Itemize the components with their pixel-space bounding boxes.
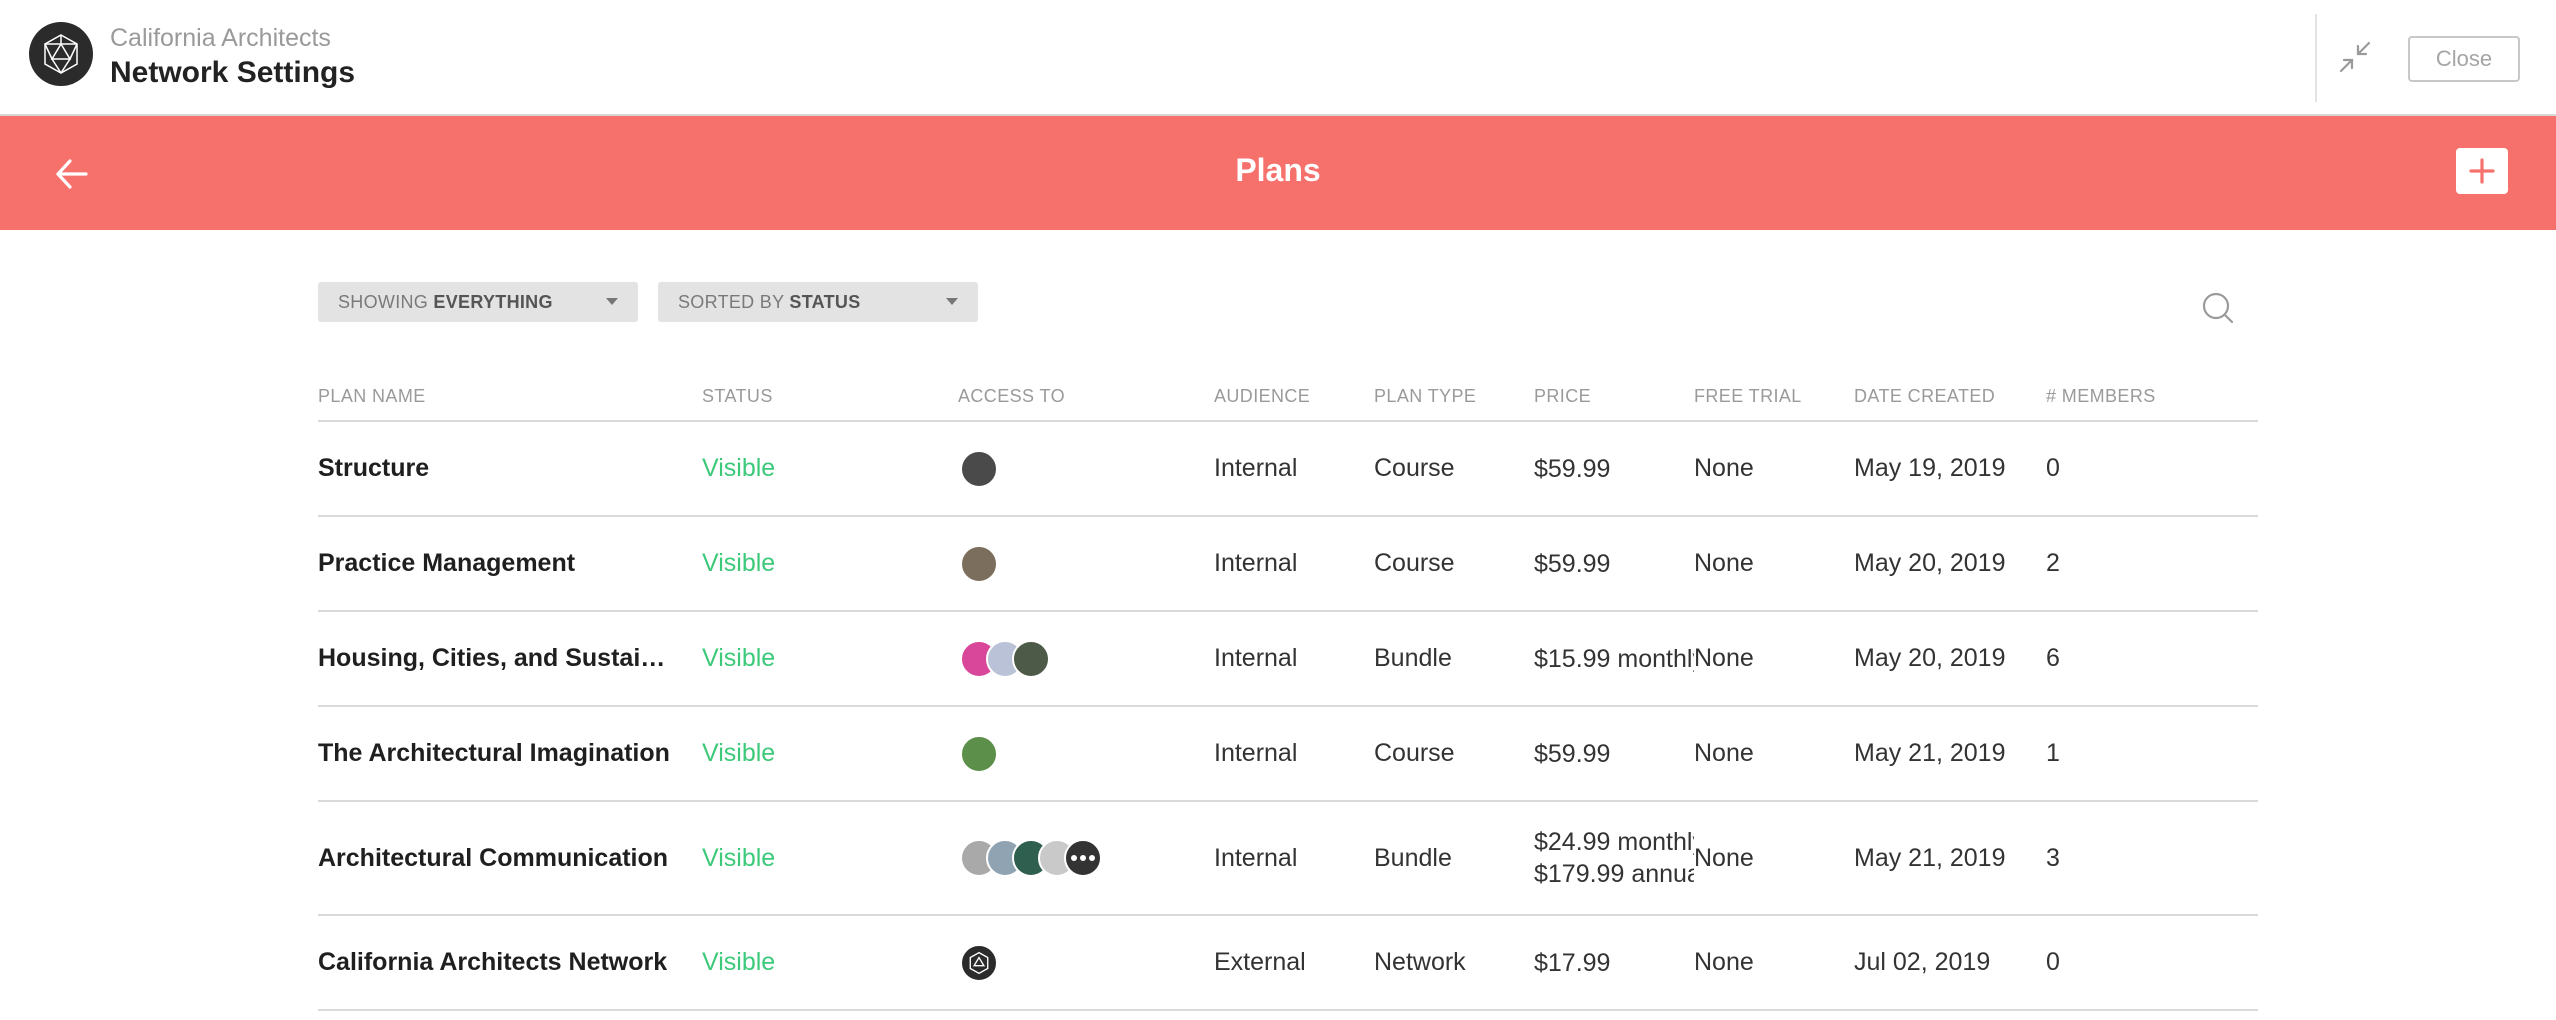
free-trial: None — [1694, 549, 1754, 577]
price: $24.99 monthly $179.99 annual — [1534, 828, 1694, 888]
price: $59.99 — [1534, 739, 1611, 768]
plans-table: PLAN NAME STATUS ACCESS TO AUDIENCE PLAN… — [318, 370, 2258, 1011]
course-avatar — [1012, 639, 1050, 678]
status-badge: Visible — [702, 454, 776, 482]
table-row[interactable]: Architectural Communication Visible Inte… — [318, 802, 2258, 916]
member-count: 0 — [2046, 454, 2060, 482]
date-created: May 21, 2019 — [1854, 739, 2006, 767]
col-plan-name[interactable]: PLAN NAME — [318, 386, 426, 407]
col-access-to[interactable]: ACCESS TO — [958, 386, 1065, 407]
member-count: 0 — [2046, 948, 2060, 976]
access-avatars — [958, 707, 998, 800]
date-created: May 21, 2019 — [1854, 843, 2006, 872]
showing-filter-dropdown[interactable]: SHOWING EVERYTHING — [318, 282, 638, 322]
collapse-arrows-icon[interactable] — [2338, 40, 2372, 74]
audience: Internal — [1214, 454, 1298, 482]
date-created: May 20, 2019 — [1854, 549, 2006, 577]
access-avatars — [958, 802, 1102, 914]
org-name: California Architects — [110, 24, 331, 52]
status-badge: Visible — [702, 549, 776, 577]
status-badge: Visible — [702, 843, 776, 872]
date-created: Jul 02, 2019 — [1854, 948, 1991, 976]
access-avatars — [958, 612, 1050, 705]
plan-type: Course — [1374, 454, 1455, 482]
course-avatar — [960, 544, 998, 583]
plan-type: Bundle — [1374, 843, 1452, 872]
plan-name: California Architects Network — [318, 948, 668, 976]
price: $59.99 — [1534, 454, 1611, 483]
member-count: 3 — [2046, 843, 2060, 872]
access-avatars — [958, 916, 998, 1009]
showing-prefix: SHOWING — [338, 292, 429, 312]
col-date-created[interactable]: DATE CREATED — [1854, 386, 1995, 407]
free-trial: None — [1694, 454, 1754, 482]
plan-name: The Architectural Imagination — [318, 739, 670, 767]
col-free-trial[interactable]: FREE TRIAL — [1694, 386, 1802, 407]
top-bar: California Architects Network Settings C… — [0, 0, 2556, 116]
free-trial: None — [1694, 843, 1754, 872]
free-trial: None — [1694, 739, 1754, 767]
audience: External — [1214, 948, 1306, 976]
table-row[interactable]: Housing, Cities, and Sustainability Visi… — [318, 612, 2258, 707]
search-icon[interactable] — [2200, 290, 2236, 326]
banner-title: Plans — [1235, 152, 1321, 188]
plan-name: Housing, Cities, and Sustainability — [318, 644, 678, 672]
divider — [2315, 14, 2317, 102]
audience: Internal — [1214, 549, 1298, 577]
audience: Internal — [1214, 843, 1298, 872]
col-plan-type[interactable]: PLAN TYPE — [1374, 386, 1476, 407]
audience: Internal — [1214, 644, 1298, 672]
plan-type: Course — [1374, 549, 1455, 577]
member-count: 1 — [2046, 739, 2060, 767]
table-row[interactable]: California Architects Network Visible Ex… — [318, 916, 2258, 1011]
status-badge: Visible — [702, 739, 776, 767]
course-avatar — [960, 449, 998, 488]
plan-type: Course — [1374, 739, 1455, 767]
caret-down-icon — [946, 298, 958, 305]
close-button[interactable]: Close — [2408, 36, 2520, 82]
more-icon — [1064, 839, 1102, 877]
network-logo-icon — [29, 22, 93, 86]
date-created: May 19, 2019 — [1854, 454, 2006, 482]
member-count: 6 — [2046, 644, 2060, 672]
price: $17.99 — [1534, 948, 1611, 977]
caret-down-icon — [606, 298, 618, 305]
access-avatars — [958, 422, 998, 515]
col-audience[interactable]: AUDIENCE — [1214, 386, 1310, 407]
sort-dropdown[interactable]: SORTED BY STATUS — [658, 282, 978, 322]
plan-type: Bundle — [1374, 644, 1452, 672]
table-row[interactable]: Structure Visible Internal Course $59.99… — [318, 422, 2258, 517]
sorted-prefix: SORTED BY — [678, 292, 785, 312]
plans-banner: Plans — [0, 116, 2556, 230]
table-row[interactable]: The Architectural Imagination Visible In… — [318, 707, 2258, 802]
add-plan-button[interactable] — [2456, 148, 2508, 194]
price: $15.99 monthly — [1534, 644, 1694, 673]
status-badge: Visible — [702, 948, 776, 976]
showing-value: EVERYTHING — [433, 292, 553, 312]
date-created: May 20, 2019 — [1854, 644, 2006, 672]
access-avatars — [958, 517, 998, 610]
table-row[interactable]: Practice Management Visible Internal Cou… — [318, 517, 2258, 612]
col-status[interactable]: STATUS — [702, 386, 773, 407]
plan-name: Architectural Communication — [318, 843, 669, 872]
plan-name: Structure — [318, 454, 430, 482]
price: $59.99 — [1534, 549, 1611, 578]
free-trial: None — [1694, 948, 1754, 976]
plus-icon — [2469, 158, 2495, 184]
network-logo-icon — [960, 943, 998, 982]
table-header: PLAN NAME STATUS ACCESS TO AUDIENCE PLAN… — [318, 370, 2258, 422]
page-title: Network Settings — [110, 56, 356, 89]
plan-name: Practice Management — [318, 549, 576, 577]
course-avatar — [960, 734, 998, 773]
status-badge: Visible — [702, 644, 776, 672]
plan-type: Network — [1374, 948, 1466, 976]
col-price[interactable]: PRICE — [1534, 386, 1591, 407]
col-members[interactable]: # MEMBERS — [2046, 386, 2156, 407]
free-trial: None — [1694, 644, 1754, 672]
audience: Internal — [1214, 739, 1298, 767]
sorted-value: STATUS — [789, 292, 861, 312]
member-count: 2 — [2046, 549, 2060, 577]
